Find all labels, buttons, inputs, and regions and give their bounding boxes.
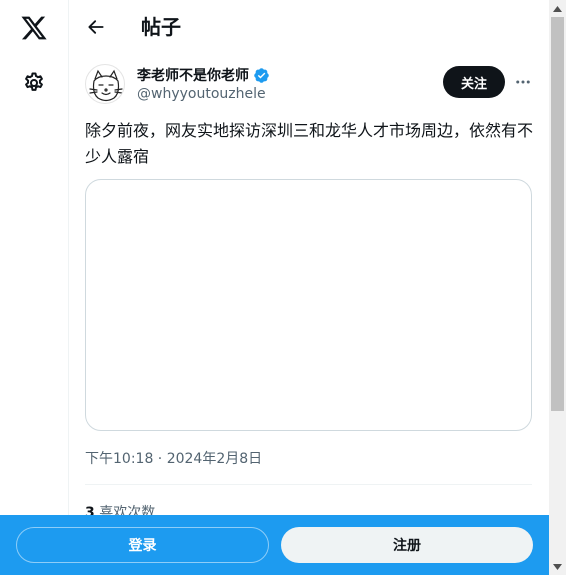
verified-badge-icon	[254, 67, 269, 83]
login-button[interactable]: 登录	[16, 527, 269, 563]
post-media[interactable]	[85, 179, 532, 431]
more-horizontal-icon	[516, 80, 530, 84]
scroll-down-arrow-icon[interactable]	[549, 558, 566, 575]
follow-button[interactable]: 关注	[443, 66, 505, 98]
avatar[interactable]	[85, 64, 125, 104]
scrollbar-thumb[interactable]	[551, 17, 564, 411]
author-name-text: 李老师不是你老师	[137, 68, 249, 84]
signup-banner: 登录 注册	[0, 515, 549, 575]
more-button[interactable]	[509, 68, 537, 96]
x-logo-icon[interactable]	[20, 14, 48, 42]
signup-button[interactable]: 注册	[281, 527, 533, 563]
left-rail	[0, 0, 69, 575]
arrow-left-icon	[88, 20, 104, 34]
post-timestamp[interactable]: 下午10:18 · 2024年2月8日	[85, 448, 262, 468]
page-title: 帖子	[141, 15, 181, 39]
gear-icon[interactable]	[22, 71, 46, 95]
divider	[85, 484, 532, 485]
scrollbar[interactable]	[549, 0, 566, 575]
post-text: 除夕前夜，网友实地探访深圳三和龙华人才市场周边，依然有不少人露宿	[85, 121, 534, 166]
author-handle[interactable]: @whyyoutouzhele	[137, 86, 266, 102]
scroll-up-arrow-icon[interactable]	[549, 0, 566, 17]
back-button[interactable]	[81, 12, 111, 42]
post-header: 帖子	[69, 0, 549, 54]
author-name[interactable]: 李老师不是你老师	[137, 65, 270, 85]
app-window: 帖子 李老师不是你老师 @whyyoutouzhele 关注 除夕前夜，网友实地…	[0, 0, 566, 575]
